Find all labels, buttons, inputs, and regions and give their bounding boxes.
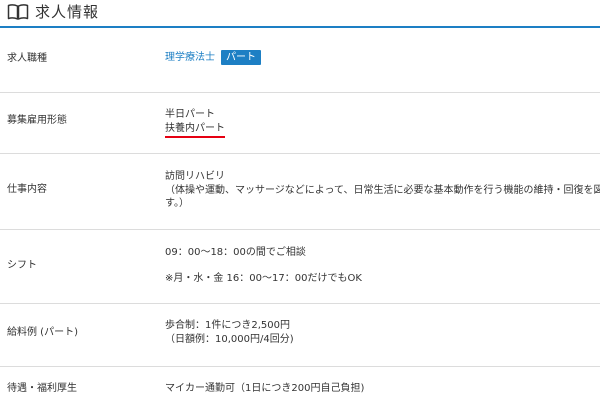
info-row-job-type: 求人職種 理学療法士 パート (0, 28, 600, 93)
book-icon (7, 4, 29, 20)
salary-line: 歩合制：1件につき2,500円 (165, 320, 290, 331)
row-value-salary: 歩合制：1件につき2,500円 （日額例：10,000円/4回分) (165, 319, 595, 346)
info-row-salary: 給料例 (パート) 歩合制：1件につき2,500円 （日額例：10,000円/4… (0, 304, 600, 367)
section-header: 求人情報 (0, 0, 600, 28)
job-description-line: 訪問リハビリ (165, 171, 225, 182)
info-row-benefits: 待遇・福利厚生 マイカー通勤可（1日につき200円自己負担) (0, 367, 600, 411)
job-title-link[interactable]: 理学療法士 (165, 52, 215, 63)
employment-badge: パート (221, 50, 261, 65)
employment-type-item-highlighted: 扶養内パート (165, 122, 225, 138)
employment-type-item: 半日パート (165, 109, 215, 120)
info-row-employment-type: 募集雇用形態 半日パート 扶養内パート (0, 93, 600, 154)
job-description-line: す。） (165, 198, 189, 209)
row-label-shift: シフト (7, 260, 37, 271)
row-label-employment-type: 募集雇用形態 (7, 115, 67, 126)
row-label-job-type: 求人職種 (7, 53, 47, 64)
row-value-job-description: 訪問リハビリ （体操や運動、マッサージなどによって、日常生活に必要な基本動作を行… (165, 170, 600, 211)
benefits-line: マイカー通勤可（1日につき200円自己負担) (165, 383, 365, 394)
salary-line: （日額例：10,000円/4回分) (165, 333, 294, 345)
shift-line: 09：00～18：00の間でご相談 (165, 247, 306, 258)
row-value-shift: 09：00～18：00の間でご相談 ※月・水・金 16：00～17：00だけでも… (165, 246, 595, 285)
row-label-job-description: 仕事内容 (7, 184, 47, 195)
info-row-shift: シフト 09：00～18：00の間でご相談 ※月・水・金 16：00～17：00… (0, 230, 600, 304)
row-value-employment-type: 半日パート 扶養内パート (165, 108, 595, 138)
section-title: 求人情報 (35, 3, 100, 21)
job-description-line: （体操や運動、マッサージなどによって、日常生活に必要な基本動作を行う機能の維持・… (165, 184, 600, 196)
shift-line: ※月・水・金 16：00～17：00だけでもOK (165, 272, 362, 284)
row-value-benefits: マイカー通勤可（1日につき200円自己負担) (165, 382, 595, 396)
row-value-job-type: 理学療法士 パート (165, 50, 595, 65)
row-label-benefits: 待遇・福利厚生 (7, 383, 77, 394)
row-label-salary: 給料例 (パート) (7, 327, 78, 338)
info-row-job-description: 仕事内容 訪問リハビリ （体操や運動、マッサージなどによって、日常生活に必要な基… (0, 154, 600, 230)
